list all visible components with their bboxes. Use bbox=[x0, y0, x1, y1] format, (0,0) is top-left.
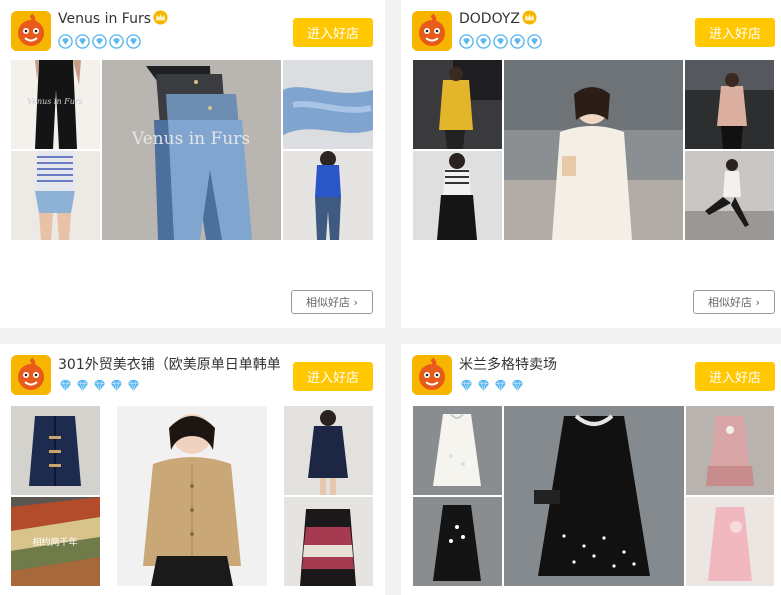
product-photo[interactable]: Venus in Furs bbox=[102, 60, 281, 240]
diamond-icon bbox=[92, 34, 107, 49]
diamond-icon bbox=[127, 379, 140, 392]
diamond-icon bbox=[460, 379, 473, 392]
product-photo[interactable] bbox=[504, 60, 683, 240]
product-photo[interactable] bbox=[413, 497, 502, 586]
enter-shop-button[interactable]: 进入好店 bbox=[293, 18, 373, 47]
svg-text:相约两千年: 相约两千年 bbox=[32, 536, 77, 548]
diamond-icon bbox=[109, 34, 124, 49]
product-photo[interactable] bbox=[284, 406, 373, 495]
diamond-icon bbox=[59, 379, 72, 392]
shop-card[interactable]: DODOYZ 进入好店 相似好店 › bbox=[401, 0, 781, 328]
enter-shop-button[interactable]: 进入好店 bbox=[695, 18, 775, 47]
diamond-icon bbox=[58, 34, 73, 49]
shop-avatar[interactable] bbox=[11, 11, 51, 51]
enter-shop-button[interactable]: 进入好店 bbox=[695, 362, 775, 391]
product-photo[interactable] bbox=[685, 60, 774, 149]
product-photo[interactable]: 相约两千年 bbox=[11, 497, 100, 586]
product-photo[interactable] bbox=[413, 406, 502, 495]
shop-avatar[interactable] bbox=[412, 11, 452, 51]
diamond-icon bbox=[511, 379, 524, 392]
product-photo[interactable] bbox=[686, 497, 774, 586]
rank-badges bbox=[58, 378, 141, 394]
shop-name[interactable]: Venus in Furs bbox=[58, 10, 168, 27]
enter-shop-button[interactable]: 进入好店 bbox=[293, 362, 373, 391]
product-photo[interactable] bbox=[11, 151, 100, 240]
product-photo[interactable] bbox=[11, 406, 100, 495]
shop-name[interactable]: 米兰多格特卖场 bbox=[459, 354, 557, 374]
rank-badges bbox=[459, 34, 542, 50]
diamond-icon bbox=[510, 34, 525, 49]
similar-shops-button[interactable]: 相似好店 › bbox=[291, 290, 373, 314]
product-photo[interactable] bbox=[117, 406, 267, 586]
diamond-icon bbox=[93, 379, 106, 392]
product-photo[interactable] bbox=[685, 151, 774, 240]
shop-avatar[interactable] bbox=[11, 355, 51, 395]
shop-card[interactable]: 301外贸美衣铺（欧美原单日单韩单 进入好店 相约两千年 bbox=[0, 344, 385, 595]
watermark: Venus in Furs bbox=[131, 129, 250, 149]
svg-text:Venus in Furs: Venus in Furs bbox=[27, 97, 83, 106]
diamond-icon bbox=[477, 379, 490, 392]
product-photo[interactable]: Venus in Furs bbox=[11, 60, 100, 149]
shop-avatar[interactable] bbox=[412, 355, 452, 395]
crown-icon bbox=[522, 10, 537, 25]
product-photo[interactable] bbox=[413, 60, 502, 149]
product-photo[interactable] bbox=[283, 151, 373, 240]
rank-badges bbox=[459, 378, 525, 394]
shop-card[interactable]: 米兰多格特卖场 进入好店 bbox=[401, 344, 781, 595]
diamond-icon bbox=[459, 34, 474, 49]
similar-shops-button[interactable]: 相似好店 › bbox=[693, 290, 775, 314]
diamond-icon bbox=[75, 34, 90, 49]
diamond-icon bbox=[527, 34, 542, 49]
product-photo[interactable] bbox=[284, 497, 373, 586]
diamond-icon bbox=[494, 379, 507, 392]
product-photo[interactable] bbox=[413, 151, 502, 240]
product-photo[interactable] bbox=[686, 406, 774, 495]
crown-icon bbox=[153, 10, 168, 25]
diamond-icon bbox=[476, 34, 491, 49]
shop-card[interactable]: Venus in Furs 进入好店 Venus in Furs Venus i… bbox=[0, 0, 385, 328]
product-photo[interactable] bbox=[504, 406, 684, 586]
diamond-icon bbox=[126, 34, 141, 49]
diamond-icon bbox=[493, 34, 508, 49]
diamond-icon bbox=[76, 379, 89, 392]
diamond-icon bbox=[110, 379, 123, 392]
rank-badges bbox=[58, 34, 141, 50]
shop-name[interactable]: 301外贸美衣铺（欧美原单日单韩单 bbox=[58, 354, 280, 374]
product-photo[interactable] bbox=[283, 60, 373, 149]
shop-name[interactable]: DODOYZ bbox=[459, 10, 537, 27]
